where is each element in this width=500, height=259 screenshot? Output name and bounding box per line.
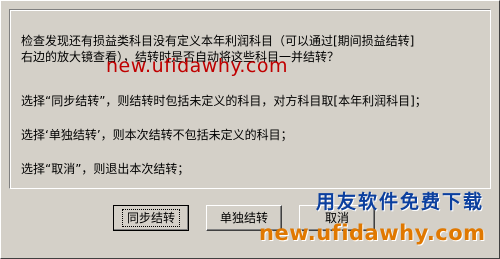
sync-settle-button-label: 同步结转 [121, 209, 180, 227]
watermark-url-top: new.ufidawhy.com [106, 55, 289, 77]
sync-settle-button[interactable]: 同步结转 [113, 205, 189, 231]
message-line-3: 选择“同步结转”，则结转时包括未定义的科目，对方科目取[本年利润科目]； [21, 94, 427, 108]
watermark-url-bottom: new.ufidawhy.com [259, 221, 486, 245]
watermark-logo-text: 用友软件免费下载 [316, 191, 485, 213]
settlement-confirm-dialog: 检查发现还有损益类科目没有定义本年利润科目（可以通过[期间损益结转] 右边的放大… [0, 0, 500, 259]
message-line-4: 选择‘单独结转’，则本次结转不包括未定义的科目； [21, 128, 293, 142]
message-line-5: 选择“取消”，则退出本次结转； [21, 162, 190, 176]
message-line-1: 检查发现还有损益类科目没有定义本年利润科目（可以通过[期间损益结转] [21, 34, 415, 48]
